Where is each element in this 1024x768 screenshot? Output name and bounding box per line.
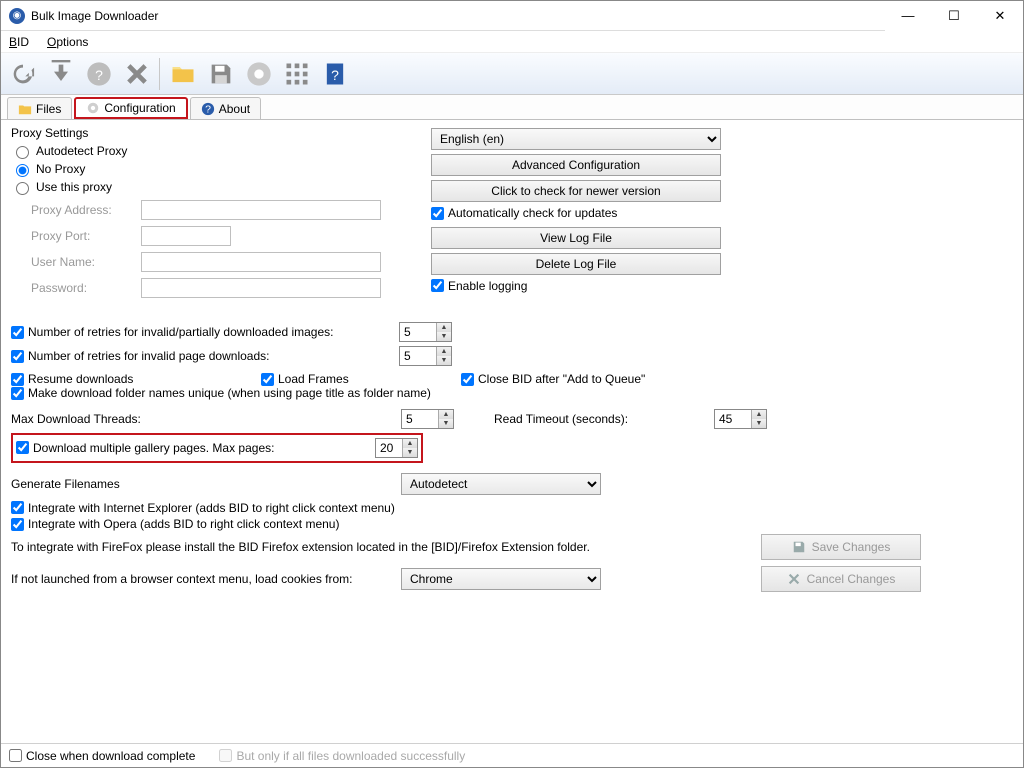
cookies-select[interactable]: Chrome — [401, 568, 601, 590]
app-icon: ◉ — [9, 8, 25, 24]
cookies-label: If not launched from a browser context m… — [11, 572, 401, 586]
resume-downloads-checkbox[interactable]: Resume downloads — [11, 372, 261, 386]
generate-filenames-label: Generate Filenames — [11, 477, 401, 491]
save-icon — [792, 540, 806, 554]
radio-autodetect[interactable]: Autodetect Proxy — [11, 142, 401, 160]
integrate-ie-checkbox[interactable]: Integrate with Internet Explorer (adds B… — [11, 501, 395, 515]
radio-noproxy[interactable]: No Proxy — [11, 160, 401, 178]
toolbar-folder[interactable] — [165, 56, 201, 92]
tabstrip: Files Configuration ? About — [1, 95, 1023, 119]
load-frames-checkbox[interactable]: Load Frames — [261, 372, 461, 386]
proxy-user-input[interactable] — [141, 252, 381, 272]
menu-bid[interactable]: BID — [7, 35, 31, 49]
toolbar-cancel[interactable] — [119, 56, 155, 92]
svg-text:?: ? — [205, 103, 211, 115]
unique-names-checkbox[interactable]: Make download folder names unique (when … — [11, 386, 431, 400]
multipage-row: Download multiple gallery pages. Max pag… — [11, 433, 423, 463]
maximize-button[interactable]: ☐ — [931, 1, 977, 31]
proxy-pass-input[interactable] — [141, 278, 381, 298]
statusbar: Close when download complete But only if… — [1, 743, 1023, 767]
toolbar-grid[interactable] — [279, 56, 315, 92]
radio-usethis[interactable]: Use this proxy — [11, 178, 401, 196]
toolbar-separator — [159, 58, 161, 90]
max-threads-spinner[interactable]: ▲▼ — [401, 409, 454, 429]
svg-text:?: ? — [331, 66, 339, 82]
tab-files-label: Files — [36, 102, 61, 116]
retries-images-spinner[interactable]: ▲▼ — [399, 322, 452, 342]
svg-text:?: ? — [95, 66, 103, 82]
delete-log-button[interactable]: Delete Log File — [431, 253, 721, 275]
proxy-port-input[interactable] — [141, 226, 231, 246]
tab-configuration[interactable]: Configuration — [74, 97, 187, 119]
toolbar-save[interactable] — [203, 56, 239, 92]
info-icon: ? — [201, 102, 215, 116]
language-select[interactable]: English (en) — [431, 128, 721, 150]
config-panel: Proxy Settings Autodetect Proxy No Proxy… — [1, 119, 1023, 743]
menubar: BID Options — [1, 31, 1023, 53]
minimize-button[interactable]: — — [885, 1, 931, 31]
multipage-checkbox[interactable]: Download multiple gallery pages. Max pag… — [16, 441, 375, 455]
toolbar-help[interactable]: ? — [81, 56, 117, 92]
view-log-button[interactable]: View Log File — [431, 227, 721, 249]
proxy-address-input[interactable] — [141, 200, 381, 220]
advanced-config-button[interactable]: Advanced Configuration — [431, 154, 721, 176]
proxy-port-label: Proxy Port: — [31, 229, 141, 243]
gear-icon — [86, 101, 100, 115]
window-title: Bulk Image Downloader — [31, 9, 885, 23]
retries-pages-spinner[interactable]: ▲▼ — [399, 346, 452, 366]
proxy-pass-label: Password: — [31, 281, 141, 295]
read-timeout-label: Read Timeout (seconds): — [494, 412, 714, 426]
cancel-changes-button[interactable]: Cancel Changes — [761, 566, 921, 592]
proxy-address-label: Proxy Address: — [31, 203, 141, 217]
close-after-queue-checkbox[interactable]: Close BID after "Add to Queue" — [461, 372, 645, 386]
tab-files[interactable]: Files — [7, 97, 72, 119]
toolbar-refresh[interactable] — [5, 56, 41, 92]
auto-update-checkbox[interactable]: Automatically check for updates — [431, 206, 617, 220]
close-when-complete-checkbox[interactable]: Close when download complete — [9, 749, 195, 763]
read-timeout-spinner[interactable]: ▲▼ — [714, 409, 767, 429]
titlebar: ◉ Bulk Image Downloader — ☐ ✕ — [1, 1, 1023, 31]
tab-about[interactable]: ? About — [190, 97, 261, 119]
tab-configuration-label: Configuration — [104, 101, 175, 115]
close-button[interactable]: ✕ — [977, 1, 1023, 31]
folder-icon — [18, 102, 32, 116]
firefox-note: To integrate with FireFox please install… — [11, 540, 711, 554]
toolbar-info[interactable]: ? — [317, 56, 353, 92]
cancel-icon — [787, 572, 801, 586]
enable-logging-checkbox[interactable]: Enable logging — [431, 279, 527, 293]
multipage-spinner[interactable]: ▲▼ — [375, 438, 418, 458]
spin-down-icon[interactable]: ▼ — [437, 332, 451, 341]
menu-options[interactable]: Options — [45, 35, 90, 49]
retries-images-checkbox[interactable]: Number of retries for invalid/partially … — [11, 325, 389, 339]
toolbar: ? ? — [1, 53, 1023, 95]
generate-filenames-select[interactable]: Autodetect — [401, 473, 601, 495]
toolbar-download[interactable] — [43, 56, 79, 92]
retries-pages-checkbox[interactable]: Number of retries for invalid page downl… — [11, 349, 389, 363]
proxy-legend: Proxy Settings — [11, 126, 88, 140]
tab-about-label: About — [219, 102, 250, 116]
spin-up-icon[interactable]: ▲ — [437, 323, 451, 332]
check-version-button[interactable]: Click to check for newer version — [431, 180, 721, 202]
max-threads-label: Max Download Threads: — [11, 412, 401, 426]
integrate-opera-checkbox[interactable]: Integrate with Opera (adds BID to right … — [11, 517, 339, 531]
but-only-success-checkbox: But only if all files downloaded success… — [219, 749, 465, 763]
toolbar-gear[interactable] — [241, 56, 277, 92]
proxy-user-label: User Name: — [31, 255, 141, 269]
save-changes-button[interactable]: Save Changes — [761, 534, 921, 560]
